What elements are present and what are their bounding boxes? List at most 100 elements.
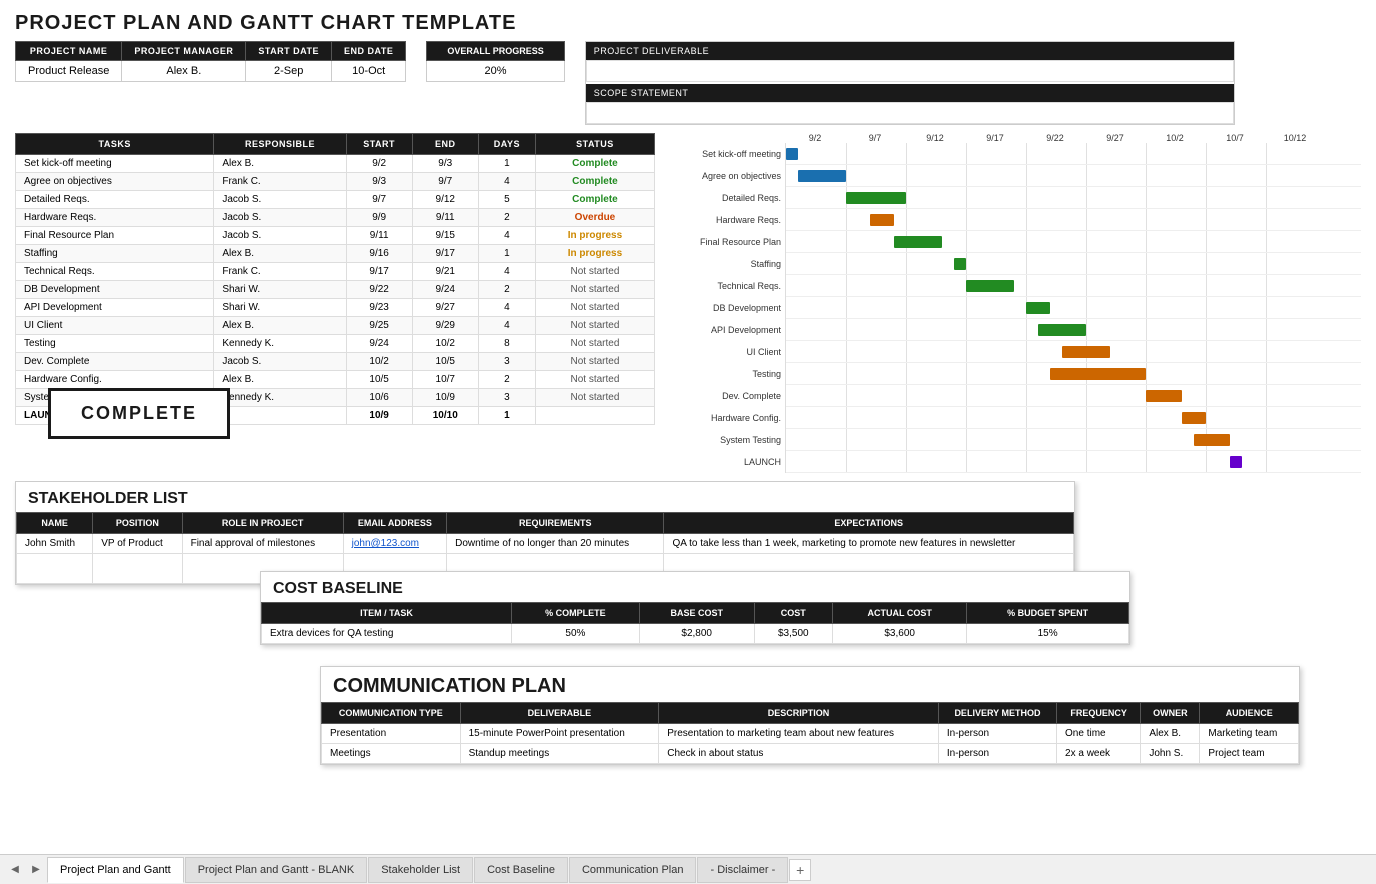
gantt-date-0: 9/2 — [785, 133, 845, 143]
task-name: Set kick-off meeting — [16, 155, 214, 173]
task-responsible: Kennedy K. — [214, 335, 346, 353]
tab-disclaimer[interactable]: - Disclaimer - — [697, 857, 788, 883]
main-title: PROJECT PLAN AND GANTT CHART TEMPLATE — [15, 12, 1361, 35]
cp-deliverable-0: 15-minute PowerPoint presentation — [460, 724, 659, 744]
task-days: 1 — [478, 155, 535, 173]
tab-project-plan-gantt[interactable]: Project Plan and Gantt — [47, 857, 184, 883]
gantt-bar-row — [786, 407, 1361, 429]
task-row: API Development Shari W. 9/23 9/27 4 Not… — [16, 299, 655, 317]
gantt-labels: Set kick-off meetingAgree on objectivesD… — [665, 143, 785, 473]
gantt-label-row: Final Resource Plan — [665, 231, 785, 253]
cp-method-1: In-person — [938, 744, 1056, 764]
sh-email[interactable]: john@123.com — [343, 534, 447, 554]
task-days: 2 — [478, 209, 535, 227]
sh-requirements: Downtime of no longer than 20 minutes — [447, 534, 664, 554]
gantt-date-6: 10/2 — [1145, 133, 1205, 143]
task-days: 2 — [478, 281, 535, 299]
gantt-bar — [1038, 324, 1086, 336]
gantt-bar — [1146, 390, 1182, 402]
stakeholder-title: STAKEHOLDER LIST — [16, 482, 1074, 512]
project-manager-value: Alex B. — [122, 61, 246, 82]
task-name: Hardware Reqs. — [16, 209, 214, 227]
task-status: Not started — [535, 335, 654, 353]
task-days: 8 — [478, 335, 535, 353]
gantt-date-5: 9/27 — [1085, 133, 1145, 143]
add-tab-button[interactable]: + — [789, 859, 811, 881]
gantt-label-row: Hardware Config. — [665, 407, 785, 429]
task-end: 9/7 — [412, 173, 478, 191]
task-name: Staffing — [16, 245, 214, 263]
gantt-bar — [1026, 302, 1050, 314]
cp-method-0: In-person — [938, 724, 1056, 744]
overall-progress-value: 20% — [427, 61, 564, 82]
task-status: Not started — [535, 281, 654, 299]
cb-actual: $3,600 — [833, 624, 967, 644]
gantt-label-row: Agree on objectives — [665, 165, 785, 187]
complete-button[interactable]: COMPLETE — [48, 388, 230, 439]
task-status: Complete — [535, 191, 654, 209]
sh-col-expectations: EXPECTATIONS — [664, 513, 1074, 534]
tab-stakeholder-list[interactable]: Stakeholder List — [368, 857, 473, 883]
task-start: 9/23 — [346, 299, 412, 317]
task-start: 10/2 — [346, 353, 412, 371]
task-responsible: Kennedy K. — [214, 389, 346, 407]
task-days: 5 — [478, 191, 535, 209]
task-status: Not started — [535, 371, 654, 389]
gantt-bar-row — [786, 363, 1361, 385]
gantt-bar — [954, 258, 966, 270]
tab-communication-plan[interactable]: Communication Plan — [569, 857, 697, 883]
task-responsible: Jacob S. — [214, 353, 346, 371]
task-end: 10/10 — [412, 407, 478, 425]
gantt-label-row: Staffing — [665, 253, 785, 275]
tab-project-plan-gantt-blank[interactable]: Project Plan and Gantt - BLANK — [185, 857, 368, 883]
task-days: 4 — [478, 317, 535, 335]
task-end: 9/15 — [412, 227, 478, 245]
task-start: 9/24 — [346, 335, 412, 353]
task-row: Technical Reqs. Frank C. 9/17 9/21 4 Not… — [16, 263, 655, 281]
task-name: Final Resource Plan — [16, 227, 214, 245]
task-end: 9/24 — [412, 281, 478, 299]
task-start: 9/9 — [346, 209, 412, 227]
task-status: In progress — [535, 245, 654, 263]
cp-frequency-0: One time — [1057, 724, 1141, 744]
gantt-date-8: 10/12 — [1265, 133, 1325, 143]
task-start: 9/16 — [346, 245, 412, 263]
gantt-bar — [798, 170, 846, 182]
task-responsible — [214, 407, 346, 425]
task-responsible: Jacob S. — [214, 227, 346, 245]
gantt-bars-area — [785, 143, 1361, 473]
tab-right-arrow[interactable]: ▶ — [26, 860, 46, 880]
sh-col-role: ROLE IN PROJECT — [182, 513, 343, 534]
gantt-bar-row — [786, 429, 1361, 451]
task-start: 10/5 — [346, 371, 412, 389]
task-days: 2 — [478, 371, 535, 389]
gantt-bar-row — [786, 451, 1361, 473]
gantt-date-headers: 9/2 9/7 9/12 9/17 9/22 9/27 10/2 10/7 10… — [785, 133, 1361, 143]
tab-left-arrow[interactable]: ◀ — [5, 860, 25, 880]
task-name: Testing — [16, 335, 214, 353]
gantt-bar — [786, 148, 798, 160]
task-end: 9/17 — [412, 245, 478, 263]
comm-plan-title: COMMUNICATION PLAN — [321, 667, 1299, 702]
cost-row: Extra devices for QA testing 50% $2,800 … — [262, 624, 1129, 644]
cp-col-method: DELIVERY METHOD — [938, 703, 1056, 724]
cp-description-0: Presentation to marketing team about new… — [659, 724, 939, 744]
task-start: 9/25 — [346, 317, 412, 335]
task-row: Detailed Reqs. Jacob S. 9/7 9/12 5 Compl… — [16, 191, 655, 209]
cp-type-0: Presentation — [322, 724, 461, 744]
task-responsible: Jacob S. — [214, 209, 346, 227]
tab-cost-baseline[interactable]: Cost Baseline — [474, 857, 568, 883]
stakeholder-row: John Smith VP of Product Final approval … — [17, 534, 1074, 554]
gantt-label-row: Dev. Complete — [665, 385, 785, 407]
task-days: 4 — [478, 227, 535, 245]
task-days: 3 — [478, 353, 535, 371]
task-end: 10/2 — [412, 335, 478, 353]
task-row: Agree on objectives Frank C. 9/3 9/7 4 C… — [16, 173, 655, 191]
task-name: UI Client — [16, 317, 214, 335]
task-name: Detailed Reqs. — [16, 191, 214, 209]
comm-plan-card: COMMUNICATION PLAN COMMUNICATION TYPE DE… — [320, 666, 1300, 765]
task-status: Not started — [535, 389, 654, 407]
col-responsible: RESPONSIBLE — [214, 134, 346, 155]
task-end: 9/12 — [412, 191, 478, 209]
gantt-bar-row — [786, 231, 1361, 253]
